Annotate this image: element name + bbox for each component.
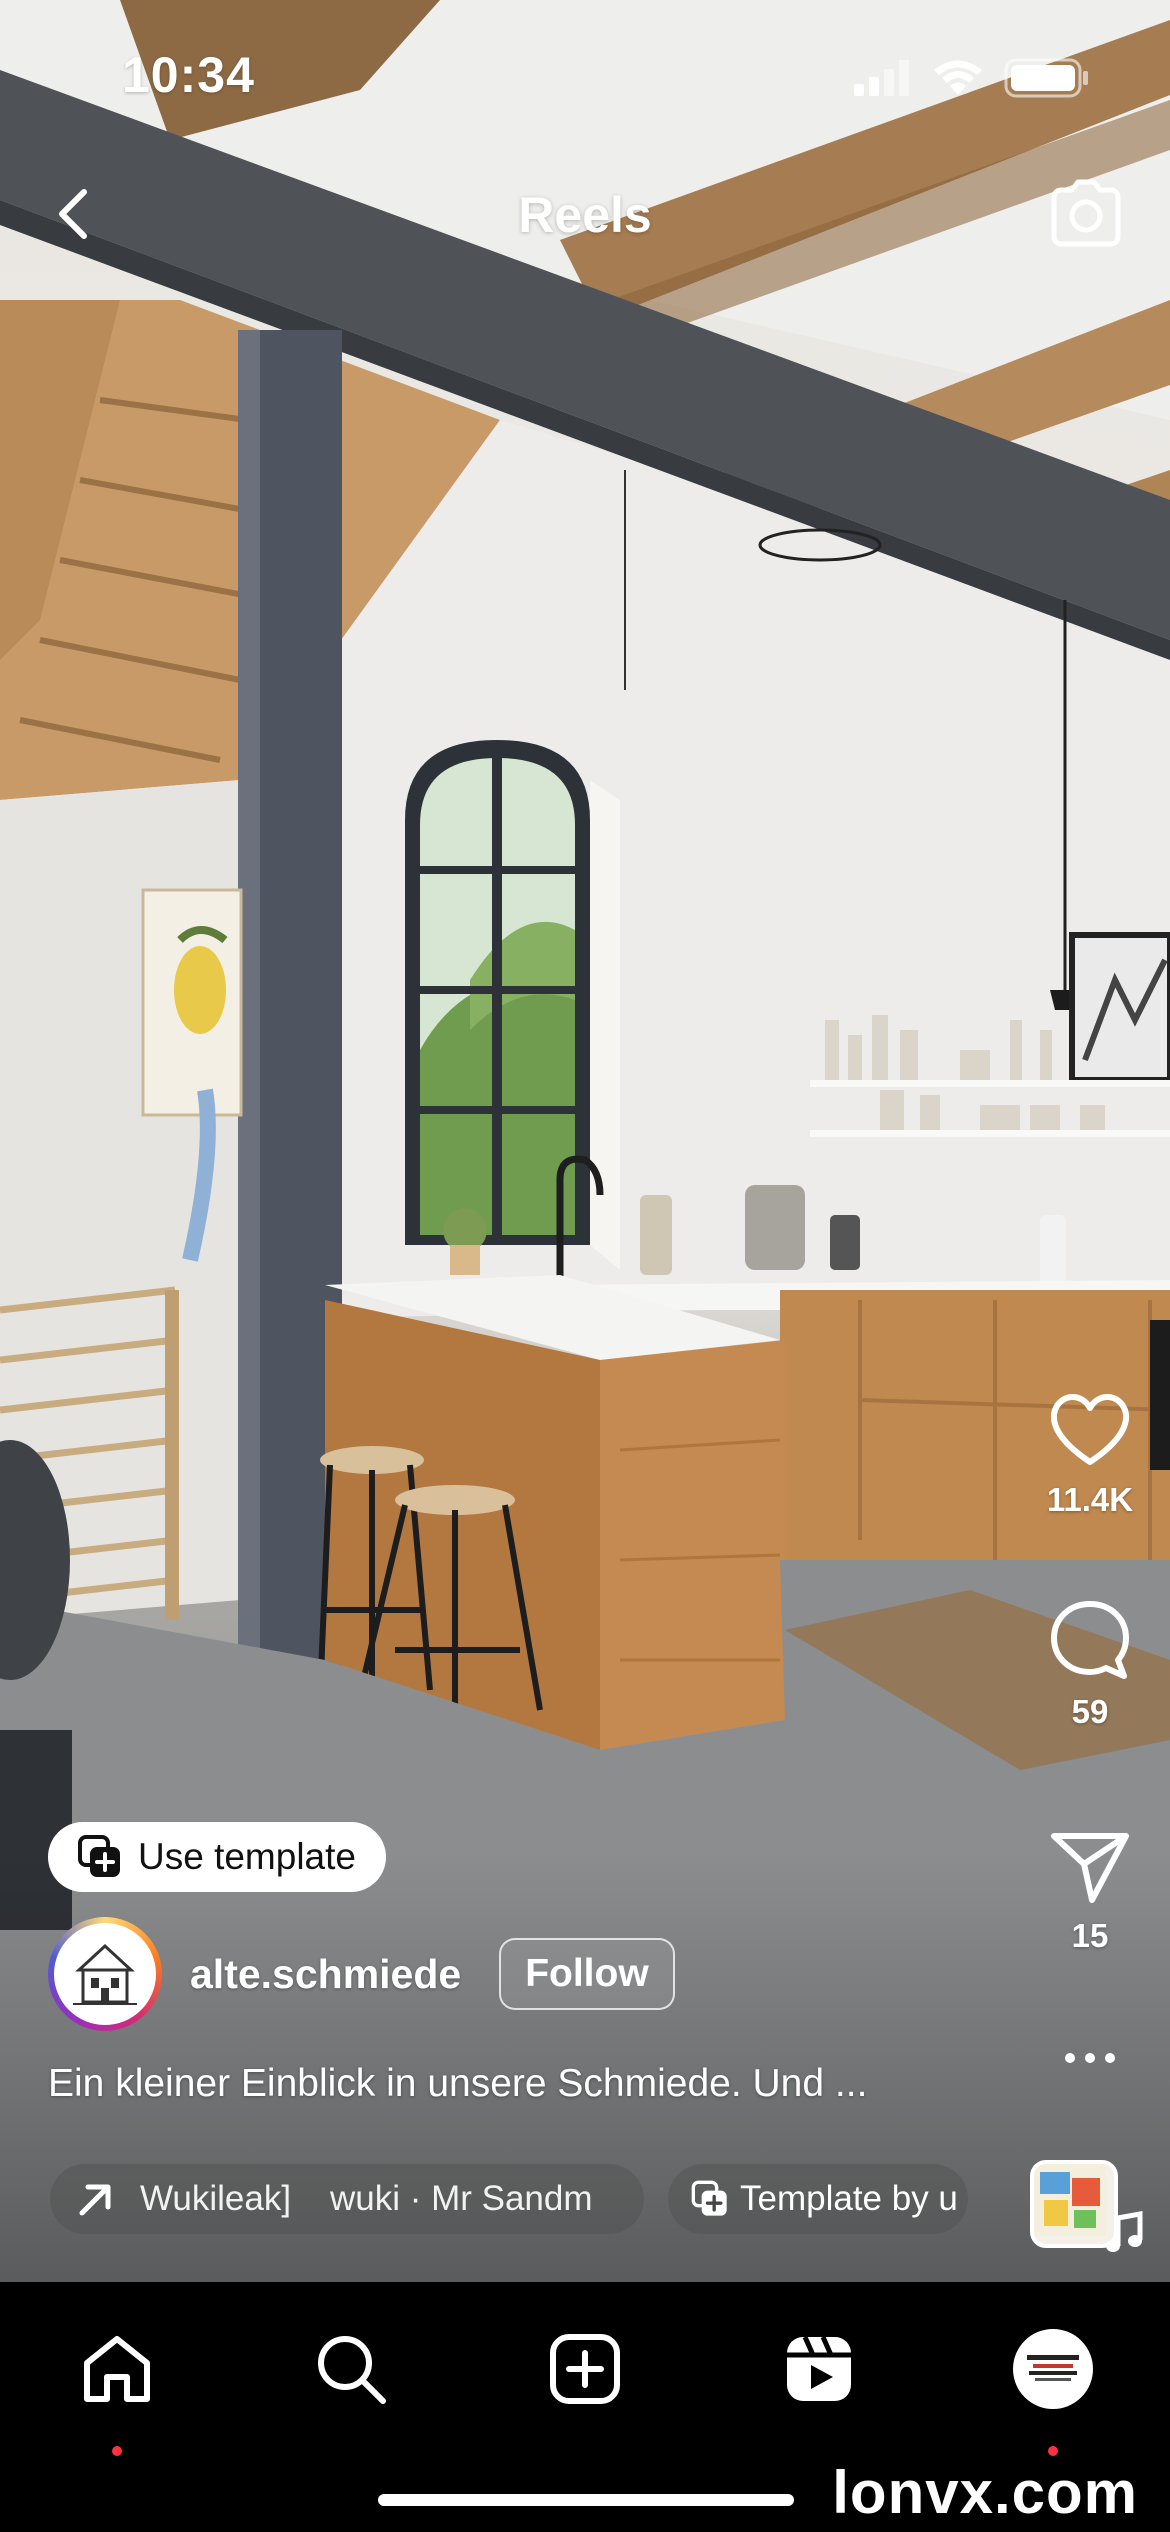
tab-create[interactable] xyxy=(540,2324,630,2414)
home-icon xyxy=(84,2336,150,2402)
profile-avatar xyxy=(1013,2329,1093,2409)
real-estate-magazine-logo xyxy=(1027,2355,1079,2381)
reels-icon xyxy=(787,2335,851,2401)
cellular-signal-icon xyxy=(854,60,909,96)
tab-bar: lonvx.com xyxy=(0,2282,1170,2532)
status-time: 10:34 xyxy=(122,47,255,103)
like-action[interactable]: 11.4K xyxy=(1040,1390,1140,1519)
page-title: Reels xyxy=(518,187,652,243)
template-by-text: Template by u xyxy=(740,2179,958,2218)
status-bar: 10:34 xyxy=(0,0,1170,150)
wifi-icon xyxy=(934,60,982,95)
house-sketch-icon xyxy=(73,1943,137,2005)
trending-arrow-icon xyxy=(79,2184,111,2216)
home-indicator[interactable] xyxy=(378,2494,794,2506)
template-small-icon xyxy=(691,2180,727,2216)
music-note-icon xyxy=(1106,2211,1143,2252)
reels-header: Reels xyxy=(0,168,1170,258)
author-avatar[interactable] xyxy=(48,1917,162,2031)
create-post-icon xyxy=(550,2334,620,2404)
tab-home[interactable] xyxy=(72,2324,162,2456)
use-template-button[interactable]: Use template xyxy=(48,1822,386,1892)
heart-icon xyxy=(1051,1394,1129,1465)
audio-text: Wukileak] wuki · Mr Sandm xyxy=(140,2179,593,2218)
status-icons xyxy=(854,58,1090,98)
tab-reels[interactable] xyxy=(774,2324,864,2414)
author-row: alte.schmiede Follow xyxy=(48,1916,675,2032)
follow-button[interactable]: Follow xyxy=(499,1938,675,2010)
comment-count: 59 xyxy=(1071,1693,1109,1730)
profile-notification-dot xyxy=(1048,2446,1058,2456)
comment-icon xyxy=(1051,1601,1129,1679)
camera-button[interactable] xyxy=(1046,176,1126,250)
watermark-text: lonvx.com xyxy=(832,2459,1138,2526)
template-icon xyxy=(78,1835,120,1877)
template-pill[interactable]: Template by u xyxy=(668,2164,968,2234)
use-template-label: Use template xyxy=(138,1836,356,1877)
search-icon xyxy=(318,2336,386,2404)
share-action[interactable]: 15 xyxy=(1040,1830,1140,1955)
more-dots-icon xyxy=(1065,2053,1115,2063)
like-count: 11.4K xyxy=(1046,1481,1134,1518)
battery-icon xyxy=(1004,58,1088,98)
camera-icon xyxy=(1051,179,1121,247)
share-count: 15 xyxy=(1071,1917,1109,1954)
home-notification-dot xyxy=(112,2446,122,2456)
comment-action[interactable]: 59 xyxy=(1040,1600,1140,1731)
reels-screen: 10:34 Reels 11.4K 59 15 Use template alt… xyxy=(0,0,1170,2532)
album-art-icon xyxy=(1034,2164,1106,2236)
reel-caption[interactable]: Ein kleiner Einblick in unsere Schmiede.… xyxy=(48,2062,968,2106)
author-username[interactable]: alte.schmiede xyxy=(190,1951,461,1998)
more-options-button[interactable] xyxy=(1040,2048,1140,2088)
audio-pill[interactable]: Wukileak] wuki · Mr Sandm xyxy=(50,2164,644,2234)
send-icon xyxy=(1051,1833,1129,1903)
tab-profile[interactable] xyxy=(1008,2324,1098,2456)
tab-search[interactable] xyxy=(306,2324,396,2414)
